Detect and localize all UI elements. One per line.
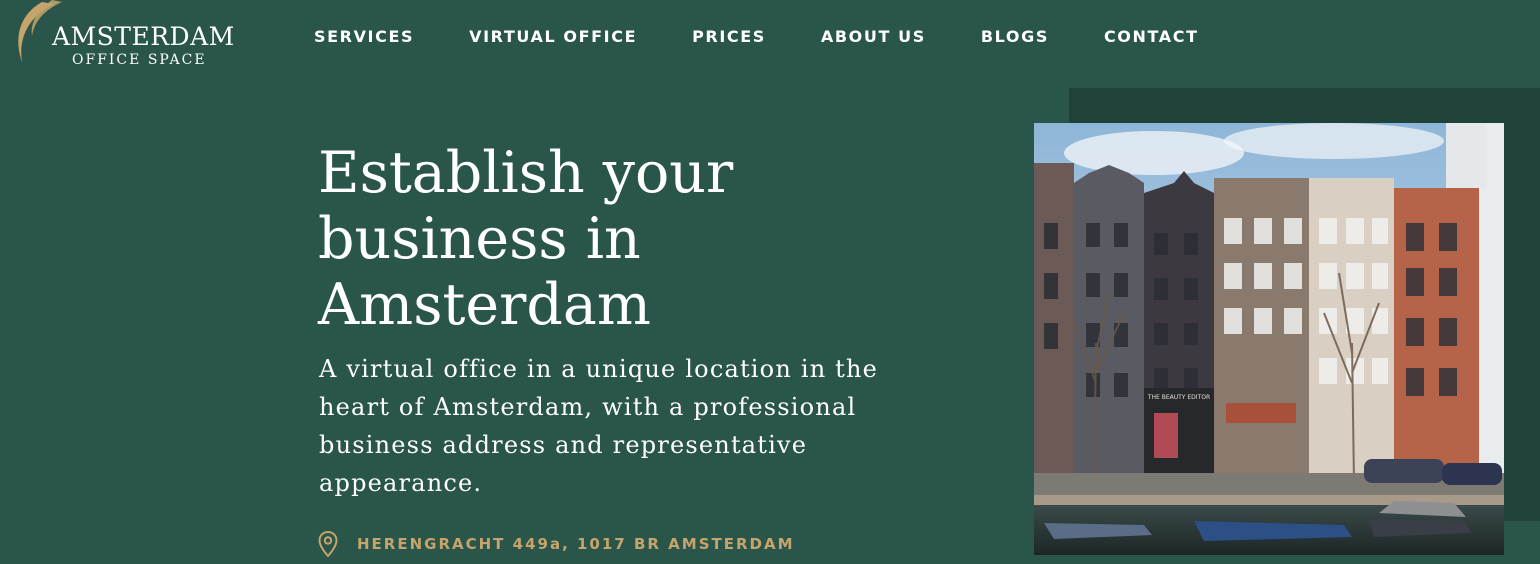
nav-item-contact[interactable]: CONTACT (1104, 27, 1199, 46)
map-pin-icon (318, 530, 338, 558)
logo-tagline: OFFICE SPACE (72, 52, 207, 68)
main-nav: SERVICES VIRTUAL OFFICE PRICES ABOUT US … (314, 27, 1199, 46)
amsterdam-canal-houses-photo: THE BEAUTY EDITOR (1034, 123, 1504, 555)
nav-item-prices[interactable]: PRICES (692, 27, 766, 46)
logo-wordmark: AMSTERDAM (52, 22, 235, 51)
nav-item-services[interactable]: SERVICES (314, 27, 414, 46)
address-text: HERENGRACHT 449a, 1017 BR AMSTERDAM (357, 535, 795, 553)
hero-title: Establish your business in Amsterdam (318, 140, 734, 338)
site-logo[interactable]: AMSTERDAM OFFICE SPACE (10, 0, 250, 80)
nav-item-about-us[interactable]: ABOUT US (821, 27, 926, 46)
nav-item-blogs[interactable]: BLOGS (981, 27, 1049, 46)
nav-item-virtual-office[interactable]: VIRTUAL OFFICE (469, 27, 637, 46)
hero-description: A virtual office in a unique location in… (319, 355, 879, 497)
address-line: HERENGRACHT 449a, 1017 BR AMSTERDAM (317, 530, 795, 558)
shop-sign: THE BEAUTY EDITOR (1147, 394, 1210, 401)
